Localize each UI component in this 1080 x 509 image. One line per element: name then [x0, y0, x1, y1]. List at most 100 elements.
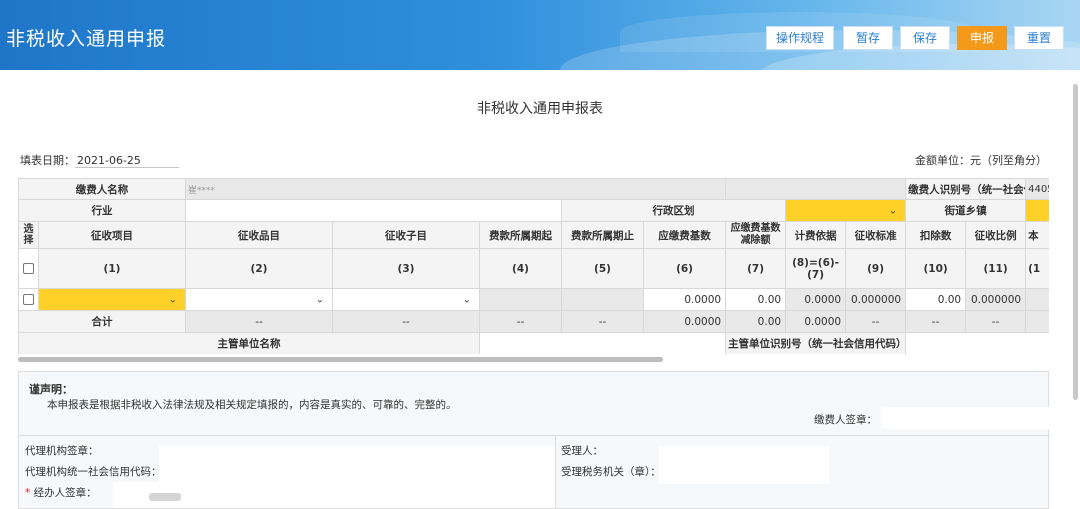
levy-item-select[interactable]: ⌄ — [38, 288, 186, 311]
column-index: (6) — [642, 248, 727, 289]
agency-field[interactable] — [159, 446, 555, 484]
total-base-amount: 0.0000 — [642, 310, 727, 333]
industry-value[interactable] — [185, 199, 562, 222]
signature-preview — [149, 492, 181, 501]
vertical-scrollbar[interactable] — [1073, 84, 1078, 400]
fill-date-label: 填表日期： — [20, 154, 75, 167]
total-cell: -- — [479, 310, 562, 333]
street-select[interactable] — [1025, 199, 1049, 222]
declaration-text: 本申报表是根据非税收入法律法规及相关规定填报的，内容是真实的、可靠的、完整的。 — [47, 399, 457, 411]
total-cell: -- — [185, 310, 333, 333]
payer-sign-field[interactable] — [881, 407, 1049, 429]
submit-button[interactable]: 申报 — [957, 26, 1007, 50]
column-index: (9) — [845, 248, 907, 289]
fill-date: 填表日期： 2021-06-25 — [20, 152, 179, 168]
period-start-field[interactable] — [479, 288, 562, 311]
total-cell: -- — [332, 310, 480, 333]
agency-sign-label: 代理机构签章： — [25, 445, 99, 457]
supervisor-name-value[interactable] — [478, 332, 727, 354]
column-header: 征收项目 — [38, 221, 186, 249]
total-cell: -- — [965, 310, 1027, 333]
total-cell: -- — [905, 310, 967, 333]
select-all-checkbox[interactable] — [23, 263, 34, 274]
payer-id-label: 缴费人识别号（统一社会信用代码） — [905, 178, 1027, 200]
draft-button[interactable]: 暂存 — [843, 26, 893, 50]
column-header: 征收品目 — [185, 221, 333, 249]
chevron-down-icon: ⌄ — [888, 205, 898, 216]
payer-name-label: 缴费人名称 — [18, 178, 186, 200]
grid-spacer — [725, 178, 907, 200]
column-index: (8)=(6)-(7) — [785, 248, 847, 289]
base-amount-field[interactable]: 0.0000 — [642, 288, 727, 311]
column-index: (4) — [479, 248, 562, 289]
column-header: 征收标准 — [845, 221, 907, 249]
column-index: (2) — [185, 248, 333, 289]
declaration-grid: 缴费人名称 崔**** 缴费人识别号（统一社会信用代码） 44058319811… — [18, 178, 1049, 354]
supervisor-name-label: 主管单位名称 — [18, 332, 480, 354]
tax-office-label: 受理税务机关（章）： — [561, 466, 661, 478]
declaration-title: 谨声明： — [29, 383, 73, 396]
payer-sign-label: 缴费人签章： — [814, 414, 877, 426]
divider — [19, 435, 1050, 436]
column-header: 征收子目 — [332, 221, 480, 249]
column-header: 应缴费基数 — [642, 221, 727, 249]
declaration-panel: 谨声明： 本申报表是根据非税收入法律法规及相关规定填报的，内容是真实的、可靠的、… — [18, 371, 1050, 509]
column-index: (5) — [561, 248, 644, 289]
receiver-field[interactable] — [659, 446, 829, 484]
payer-name-value: 崔**** — [184, 178, 727, 200]
levy-subcategory-select[interactable]: ⌄ — [332, 288, 480, 311]
column-header: 费款所属期起 — [479, 221, 562, 249]
handler-sign-field[interactable] — [113, 482, 555, 508]
agency-code-label: 代理机构统一社会信用代码： — [25, 466, 162, 478]
column-index: (7) — [725, 248, 787, 289]
chevron-down-icon: ⌄ — [462, 294, 471, 305]
column-header: 本 — [1025, 221, 1049, 249]
receiver-label: 受理人： — [561, 445, 603, 457]
column-index: (1 — [1025, 248, 1049, 289]
page-root: 非税收入通用申报 操作规程 暂存 保存 申报 重置 非税收入通用申报表 填表日期… — [0, 0, 1080, 509]
column-index: (1) — [38, 248, 186, 289]
app-title: 非税收入通用申报 — [6, 28, 167, 50]
divider — [555, 436, 556, 509]
column-index: (11) — [965, 248, 1027, 289]
supervisor-id-value[interactable] — [905, 332, 1049, 354]
total-row: 合计 -- -- -- -- 0.0000 0.00 0.0000 -- -- … — [18, 310, 1049, 333]
horizontal-scrollbar[interactable] — [18, 357, 663, 362]
fill-date-value[interactable]: 2021-06-25 — [75, 154, 179, 168]
levy-category-select[interactable]: ⌄ — [185, 288, 333, 311]
column-header: 征收比例 — [965, 221, 1027, 249]
reset-button[interactable]: 重置 — [1014, 26, 1064, 50]
payer-id-value: 44058319811 — [1025, 178, 1049, 200]
row-select-cell — [18, 288, 39, 311]
row-checkbox[interactable] — [23, 294, 34, 305]
street-label: 街道乡镇 — [905, 199, 1027, 222]
chevron-down-icon: ⌄ — [168, 294, 177, 305]
select-column-header: 选择 — [18, 221, 39, 249]
grid-spacer — [1025, 310, 1049, 333]
deduction-field[interactable]: 0.00 — [725, 288, 787, 311]
total-cell: -- — [845, 310, 907, 333]
deduct-num-field[interactable]: 0.00 — [905, 288, 967, 311]
region-label: 行政区划 — [560, 199, 787, 222]
handler-sign-text: 经办人签章： — [33, 487, 97, 499]
period-end-field[interactable] — [561, 288, 644, 311]
payer-name-text: 崔**** — [188, 185, 216, 196]
total-deduction: 0.00 — [725, 310, 787, 333]
supervisor-id-label: 主管单位识别号（统一社会信用代码） — [725, 332, 907, 354]
standard-value: 0.000000 — [845, 288, 907, 311]
column-header: 扣除数 — [905, 221, 967, 249]
ratio-value: 0.000000 — [965, 288, 1027, 311]
column-index: (10) — [905, 248, 967, 289]
form-title: 非税收入通用申报表 — [477, 101, 603, 117]
fee-basis-value: 0.0000 — [785, 288, 847, 311]
required-mark: * — [25, 487, 31, 499]
grid-spacer — [1025, 288, 1049, 311]
region-select[interactable]: ⌄ — [785, 199, 907, 222]
amount-unit: 金额单位：元（列至角分） — [915, 154, 1047, 167]
select-all-cell — [18, 248, 39, 289]
total-label: 合计 — [18, 310, 186, 333]
handler-sign-label: * 经办人签章： — [25, 485, 97, 500]
save-button[interactable]: 保存 — [900, 26, 950, 50]
guide-button[interactable]: 操作规程 — [766, 26, 834, 50]
column-header: 计费依据 — [785, 221, 847, 249]
